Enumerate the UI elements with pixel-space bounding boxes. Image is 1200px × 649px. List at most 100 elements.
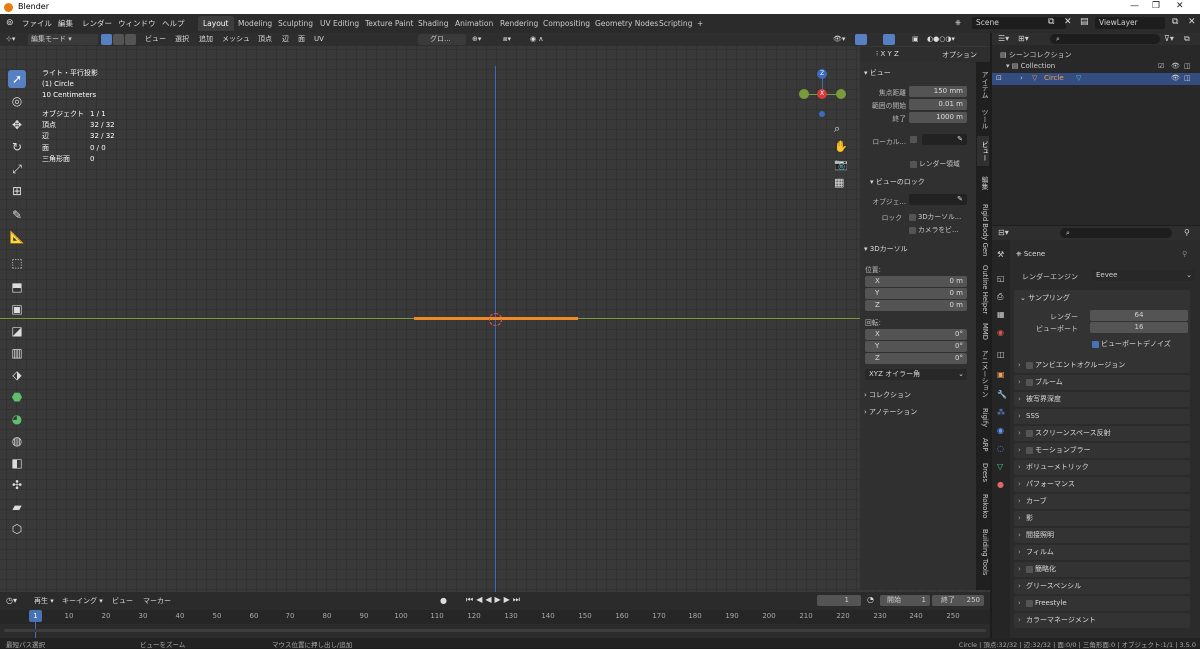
section-view[interactable]: ▾ ビュー [864, 68, 891, 78]
rotation-mode-select[interactable]: XYZ オイラー角 ⌄ [865, 369, 967, 380]
display-mode-icon[interactable]: ⊞▾ [1018, 34, 1029, 43]
tab-mmd[interactable]: MMD [977, 320, 989, 342]
gizmo-x-axis[interactable]: X [817, 89, 827, 99]
tab-rokoko[interactable]: Rokoko [977, 490, 989, 522]
modifier-tab-icon[interactable]: 🔧 [997, 390, 1007, 399]
pin-icon[interactable]: ⚲ [1184, 228, 1190, 237]
output-tab-icon[interactable]: ⎙ [997, 292, 1003, 302]
section-3d-cursor[interactable]: ▾ 3Dカーソル [864, 244, 908, 254]
menu-help[interactable]: ヘルプ [162, 18, 185, 29]
camera-icon[interactable]: 📷 [834, 158, 848, 171]
poly-build-icon[interactable]: ⬣ [8, 388, 26, 406]
tab-modeling[interactable]: Modeling [233, 16, 277, 31]
menu-marker[interactable]: マーカー [143, 596, 171, 606]
proportional-edit-icon[interactable]: ◉ ∧ [530, 34, 543, 45]
zoom-icon[interactable]: ⌕ [834, 122, 840, 136]
section-annotation[interactable]: › アノテーション [864, 407, 917, 417]
loop-cut-icon[interactable]: ▥ [8, 344, 26, 362]
section-enable-checkbox[interactable] [1026, 446, 1033, 454]
tab-uv-editing[interactable]: UV Editing [315, 16, 364, 31]
tab-sculpting[interactable]: Sculpting [273, 16, 318, 31]
camera-render-icon[interactable]: ◫ [1184, 62, 1191, 70]
cursor-y-field[interactable]: Y 0 m [865, 288, 967, 299]
curve-data-icon[interactable]: ▽ [1076, 74, 1081, 82]
close-icon[interactable]: ✕ [1176, 1, 1184, 11]
delete-viewlayer-icon[interactable]: ✕ [1188, 17, 1196, 27]
viewport-denoise-toggle[interactable]: ビューポートデノイズ [1092, 339, 1171, 349]
render-section-panel[interactable]: › SSS [1014, 409, 1190, 424]
transform-icon[interactable]: ⊞ [8, 182, 26, 200]
tab-texture-paint[interactable]: Texture Paint [360, 16, 418, 31]
render-section-panel[interactable]: › 影 [1014, 511, 1190, 526]
new-scene-icon[interactable]: ⧉ [1048, 17, 1054, 27]
tab-shading[interactable]: Shading [413, 16, 453, 31]
render-region-toggle[interactable]: レンダー領域 [910, 158, 960, 168]
tab-item[interactable]: アイテム [977, 68, 989, 102]
material-tab-icon[interactable]: ● [997, 480, 1004, 489]
menu-face[interactable]: 面 [298, 34, 305, 45]
object-name[interactable]: Circle [1044, 74, 1064, 82]
lock-3dcursor-toggle[interactable]: 3Dカーソル... [909, 211, 961, 221]
render-section-panel[interactable]: › グリースペンシル [1014, 579, 1190, 594]
transform-orientation[interactable]: グロ... [418, 34, 466, 45]
camera-render-icon[interactable]: ◫ [1184, 74, 1191, 82]
constraints-tab-icon[interactable]: ◌ [997, 444, 1004, 453]
smooth-icon[interactable]: ◍ [8, 432, 26, 450]
data-tab-icon[interactable]: ▽ [997, 462, 1003, 471]
expand-icon[interactable]: › [1020, 74, 1023, 82]
tab-view[interactable]: ビュー [977, 136, 989, 166]
tab-rendering[interactable]: Rendering [495, 16, 543, 31]
rotation-x-field[interactable]: X 0° [865, 329, 967, 340]
collection-row[interactable]: ▾ ▤ Collection ☑ 👁 ◫ [1006, 62, 1196, 70]
new-viewlayer-icon[interactable]: ⧉ [1172, 17, 1178, 27]
particles-tab-icon[interactable]: ⁂ [997, 408, 1005, 417]
menu-window[interactable]: ウィンドウ [118, 18, 156, 29]
view-layer-tab-icon[interactable]: ▦ [997, 310, 1005, 319]
gizmo-neg-y-axis[interactable] [799, 89, 809, 99]
object-row-circle[interactable]: ⊡ › ▽ Circle ▽ 👁 ◫ [992, 73, 1200, 85]
xray-icon[interactable]: ▣ [912, 34, 919, 45]
tab-rigid-body-gen[interactable]: Rigid Body Gen [977, 200, 989, 260]
section-enable-checkbox[interactable] [1026, 361, 1033, 369]
current-frame-field[interactable]: 1 [817, 595, 861, 606]
editor-type-icon[interactable]: ◷▾ [6, 596, 17, 605]
tab-compositing[interactable]: Compositing [538, 16, 595, 31]
section-enable-checkbox[interactable] [1026, 429, 1033, 437]
end-frame-field[interactable]: 終了 250 [932, 595, 984, 606]
gizmo-neg-z-axis[interactable] [819, 111, 825, 117]
cursor-z-field[interactable]: Z 0 m [865, 300, 967, 311]
measure-icon[interactable]: 📐 [8, 228, 26, 246]
minimize-icon[interactable]: — [1130, 1, 1139, 11]
new-collection-icon[interactable]: ⧉ [1184, 34, 1190, 44]
pin-icon[interactable]: ⚲ [1182, 250, 1187, 258]
tab-animation[interactable]: Animation [450, 16, 498, 31]
menu-edit[interactable]: 編集 [58, 18, 73, 29]
viewlayer-icon[interactable]: ▤ [1080, 17, 1089, 27]
render-section-panel[interactable]: › 被写界深度 [1014, 392, 1190, 407]
section-enable-checkbox[interactable] [1026, 565, 1033, 573]
record-icon[interactable]: ● [440, 596, 447, 605]
tab-rigify[interactable]: Rigify [977, 406, 989, 430]
clip-end-field[interactable]: 1000 m [909, 112, 967, 123]
menu-edge[interactable]: 辺 [282, 34, 289, 45]
viewport-denoise-checkbox[interactable] [1092, 340, 1099, 348]
lock-camera-toggle[interactable]: カメラをビ... [909, 224, 958, 234]
exclude-checkbox-icon[interactable]: ☑ [1158, 62, 1164, 70]
tab-animation[interactable]: アニメーション [977, 346, 989, 402]
gizmo-toggle-button[interactable] [855, 34, 867, 45]
mode-selector[interactable]: 編集モード ▾ [28, 34, 98, 45]
clip-start-field[interactable]: 0.01 m [909, 99, 967, 110]
timeline-scrollbar[interactable] [4, 629, 986, 632]
render-samples-field[interactable]: 64 [1090, 310, 1188, 321]
render-section-panel[interactable]: › カーブ [1014, 494, 1190, 509]
render-section-panel[interactable]: › モーションブラー [1014, 443, 1190, 458]
start-frame-field[interactable]: 開始 1 [880, 595, 930, 606]
render-section-panel[interactable]: › アンビエントオクルージョン [1014, 358, 1190, 373]
scene-collection-row[interactable]: ▤ シーンコレクション [1000, 50, 1072, 60]
menu-render[interactable]: レンダー [82, 18, 112, 29]
render-section-panel[interactable]: › カラーマネージメント [1014, 613, 1190, 628]
local-camera-field[interactable]: ✎ [922, 134, 967, 145]
section-enable-checkbox[interactable] [1026, 599, 1033, 607]
tab-geometry-nodes[interactable]: Geometry Nodes [590, 16, 663, 31]
editor-type-icon[interactable]: ☰▾ [998, 34, 1009, 43]
